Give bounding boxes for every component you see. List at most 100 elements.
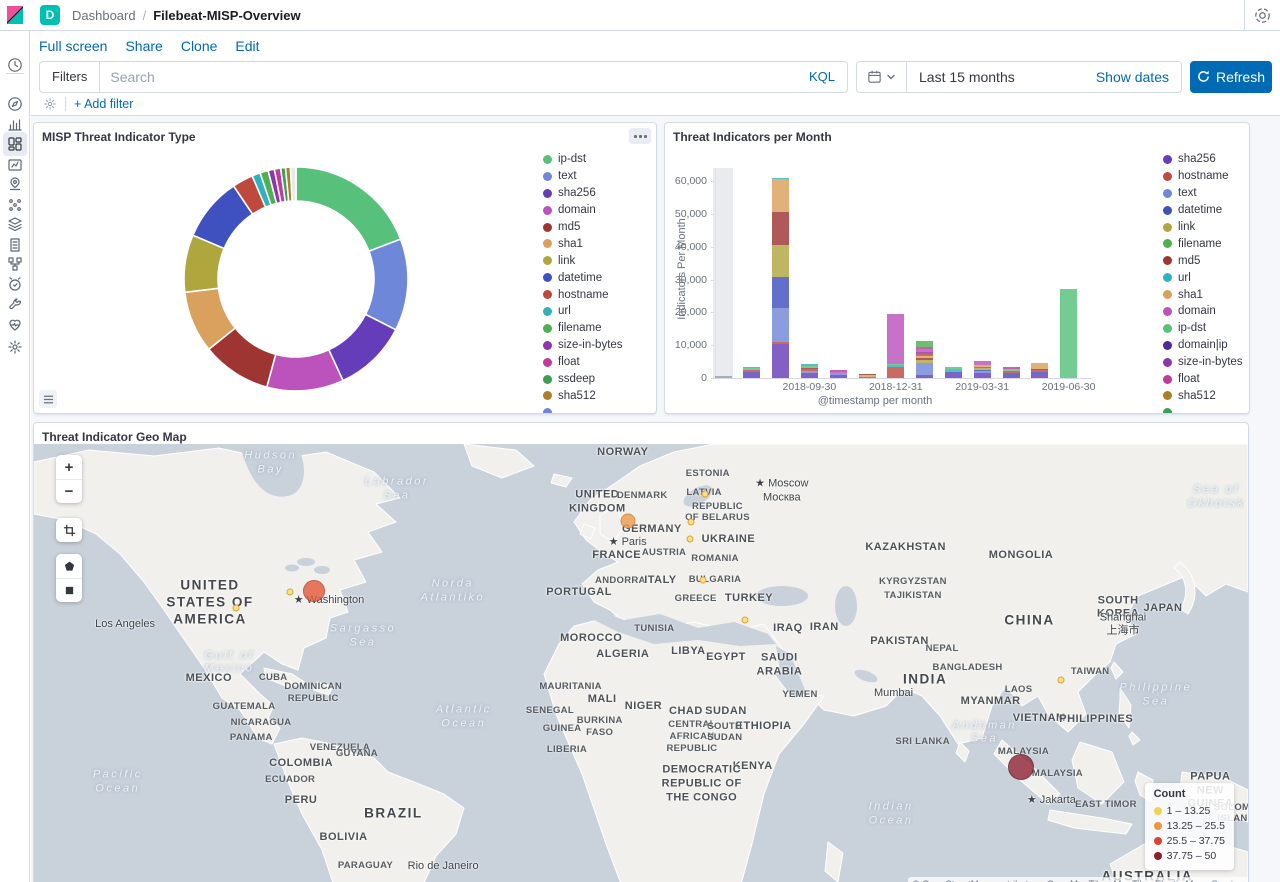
map-cluster-small[interactable] [742,616,749,623]
filters-button[interactable]: Filters [40,62,100,92]
bar-segment-domain[interactable] [887,314,904,364]
bar-segment-text[interactable] [974,371,991,373]
map-zoom-out-button[interactable]: − [56,479,82,503]
map-cluster-small[interactable] [702,491,709,498]
bar-segment-md5[interactable] [1031,369,1048,371]
bar-segment-ip-dst[interactable] [743,368,760,370]
bar-segment-ip-dst[interactable] [887,364,904,366]
bar-segment-md5[interactable] [916,358,933,360]
show-dates-link[interactable]: Show dates [1096,69,1181,85]
bar-segment-ip-dst[interactable] [1060,289,1077,378]
kql-button[interactable]: KQL [797,69,847,84]
bar-segment-filename[interactable] [916,341,933,347]
bar-segment-text[interactable] [801,371,818,373]
nav-link-edit[interactable]: Edit [235,38,259,54]
date-range-value[interactable]: Last 15 months [907,69,1096,85]
legend-item-md5[interactable]: md5 [543,219,623,236]
legend-item-link[interactable]: link [1163,219,1243,236]
legend-item-ssdeep[interactable]: ssdeep [543,371,623,388]
bar-segment-hostname[interactable] [1003,371,1020,373]
map-cluster-small[interactable] [687,518,694,525]
bar-segment-hostname[interactable] [801,369,818,371]
bar-segment-datetime[interactable] [772,277,789,308]
bar-segment-datetime[interactable] [743,372,760,374]
bar-segment-sha1[interactable] [772,179,789,211]
bar-segment-url[interactable] [945,369,962,371]
legend-item-sha256[interactable]: sha256 [1163,151,1243,168]
bar-segment-sha256[interactable] [772,344,789,378]
bar-segment-sha1[interactable] [1031,363,1048,369]
map-fit-to-data-button[interactable] [56,518,82,542]
bar-segment-url[interactable] [887,365,904,367]
legend-item-url[interactable]: url [543,303,623,320]
legend-item-link[interactable]: link [543,252,623,269]
legend-item-sha256[interactable]: sha256 [543,185,623,202]
legend-toggle-button[interactable] [39,390,57,408]
bar-segment-domain[interactable] [830,372,847,374]
nav-link-full-screen[interactable]: Full screen [39,38,107,54]
search-input[interactable] [100,69,797,85]
legend-item-clipped[interactable] [1163,404,1243,414]
nav-link-share[interactable]: Share [125,38,162,54]
legend-item-url[interactable]: url [1163,269,1243,286]
bar-segment-md5[interactable] [772,212,789,245]
breadcrumb-section[interactable]: Dashboard [72,8,136,23]
space-avatar[interactable]: D [40,5,60,25]
bar-segment-sha256[interactable] [801,373,818,378]
map-draw-polygon-button[interactable] [56,554,82,578]
bar-segment-hostname[interactable] [974,367,991,369]
bar-segment-float[interactable] [830,370,847,372]
bar-segment-datetime[interactable] [1031,372,1048,374]
donut-slice-text[interactable] [366,239,408,330]
bar-segment-sha256[interactable] [1003,375,1020,378]
map-zoom-in-button[interactable]: + [56,455,82,479]
bar-segment-size-in-bytes[interactable] [916,352,933,354]
legend-item-domain[interactable]: domain [543,202,623,219]
bar-segment-sha256[interactable] [974,373,991,378]
legend-item-filename[interactable]: filename [543,320,623,337]
bar-segment-ip-dst[interactable] [801,366,818,368]
bar-segment-domain[interactable] [974,361,991,366]
bar-segment-ip-dst[interactable] [945,367,962,369]
bar-segment-float[interactable] [916,347,933,349]
map-cluster-washington-cluster[interactable] [303,580,325,602]
bar-segment-datetime[interactable] [1003,373,1020,375]
bar-segment-url[interactable] [801,364,818,366]
map-cluster-small[interactable] [232,605,239,612]
bar-segment-float[interactable] [1003,367,1020,369]
legend-item-sha512[interactable]: sha512 [1163,387,1243,404]
bar-segment-text[interactable] [772,308,789,342]
add-filter-link[interactable]: + Add filter [74,97,133,111]
bar-segment-text[interactable] [916,363,933,375]
legend-item-ip-dst[interactable]: ip-dst [543,151,623,168]
legend-item-hostname[interactable]: hostname [1163,168,1243,185]
bar-segment-sha256[interactable] [743,374,760,378]
map-cluster-sumatra-cluster[interactable] [1008,754,1034,780]
refresh-button[interactable]: Refresh [1190,61,1272,93]
bar-segment-sha1[interactable] [859,375,876,377]
bar-segment-sha256[interactable] [830,375,847,378]
legend-item-size-in-bytes[interactable]: size-in-bytes [1163,354,1243,371]
filter-settings-gear-icon[interactable] [43,97,57,111]
bar-segment-sha256[interactable] [1031,374,1048,378]
legend-item-text[interactable]: text [1163,185,1243,202]
help-icon[interactable] [1254,7,1271,24]
bar-segment-url[interactable] [772,178,789,180]
legend-item-sha1[interactable]: sha1 [543,235,623,252]
donut-slice-ip-dst[interactable] [296,167,401,251]
legend-item-sha1[interactable]: sha1 [1163,286,1243,303]
bar-segment-hostname[interactable] [859,377,876,379]
bar-segment-link[interactable] [916,360,933,362]
donut-slice-other[interactable] [290,167,296,201]
nav-link-clone[interactable]: Clone [181,38,218,54]
bar-segment-link[interactable] [772,245,789,277]
legend-item-text[interactable]: text [543,168,623,185]
legend-item-clipped[interactable] [543,404,623,414]
bar-segment-datetime[interactable] [945,372,962,374]
map-cluster-small[interactable] [686,535,693,542]
bar-segment-link[interactable] [974,368,991,370]
map-draw-bounds-button[interactable] [56,578,82,602]
legend-item-sha512[interactable]: sha512 [543,387,623,404]
bar-segment-hostname[interactable] [916,354,933,356]
legend-item-md5[interactable]: md5 [1163,252,1243,269]
